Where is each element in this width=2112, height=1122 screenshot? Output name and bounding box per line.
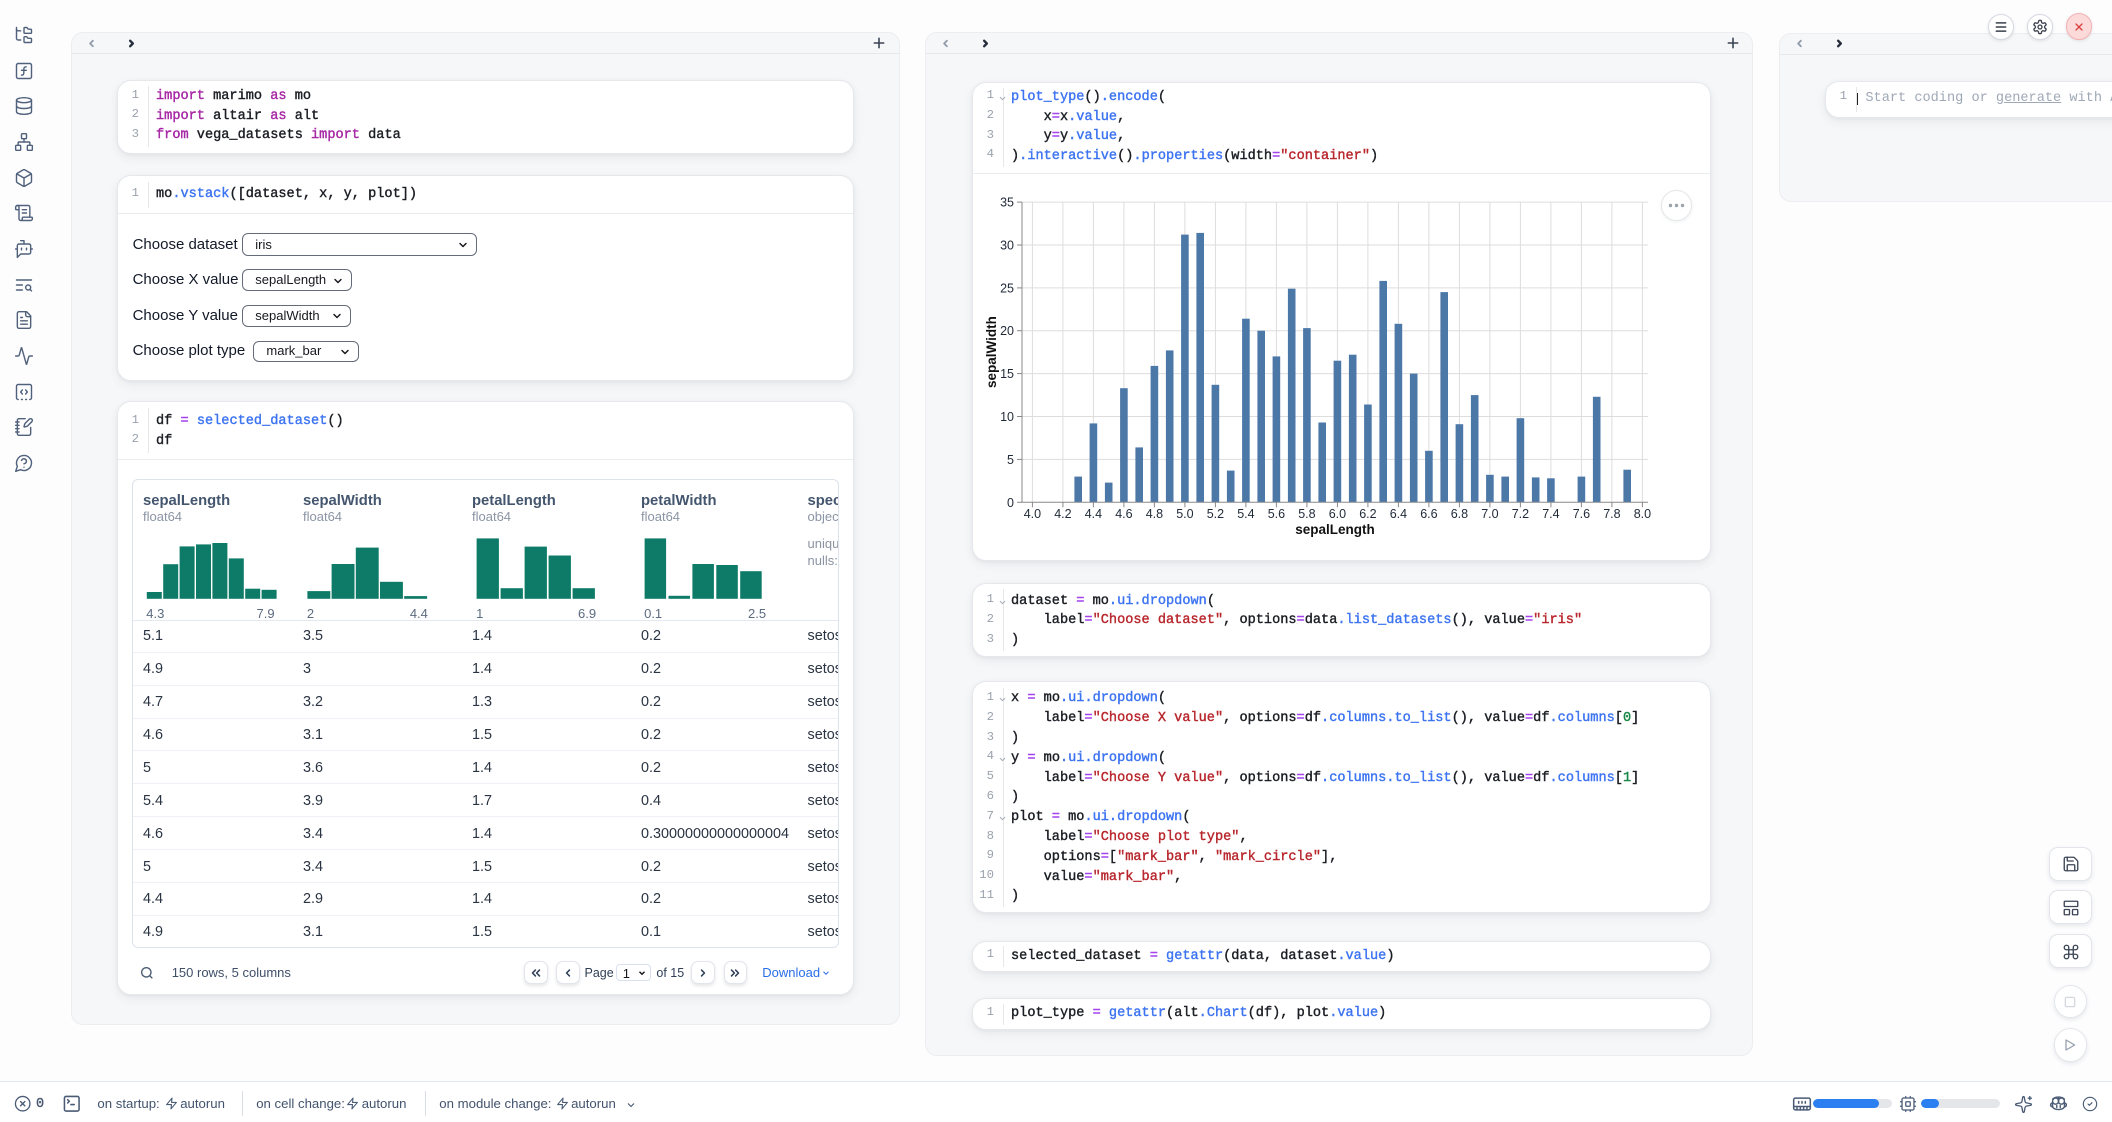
svg-text:sepalWidth: sepalWidth — [984, 316, 999, 388]
svg-text:15: 15 — [1000, 367, 1014, 381]
svg-text:7.2: 7.2 — [1512, 507, 1529, 521]
svg-text:5.0: 5.0 — [1176, 507, 1193, 521]
svg-text:5.2: 5.2 — [1207, 507, 1224, 521]
svg-text:7.4: 7.4 — [1542, 507, 1559, 521]
svg-text:8.0: 8.0 — [1634, 507, 1651, 521]
svg-text:6.4: 6.4 — [1390, 507, 1407, 521]
svg-text:5.4: 5.4 — [1237, 507, 1254, 521]
svg-text:4.6: 4.6 — [1115, 507, 1132, 521]
svg-text:5: 5 — [1007, 453, 1014, 467]
svg-text:6.6: 6.6 — [1420, 507, 1437, 521]
svg-text:6.8: 6.8 — [1451, 507, 1468, 521]
svg-text:4.8: 4.8 — [1146, 507, 1163, 521]
svg-text:20: 20 — [1000, 324, 1014, 338]
svg-text:10: 10 — [1000, 410, 1014, 424]
svg-text:30: 30 — [1000, 239, 1014, 253]
svg-text:7.0: 7.0 — [1481, 507, 1498, 521]
svg-text:4.0: 4.0 — [1024, 507, 1041, 521]
svg-text:6.0: 6.0 — [1329, 507, 1346, 521]
svg-text:7.6: 7.6 — [1573, 507, 1590, 521]
svg-text:25: 25 — [1000, 281, 1014, 295]
svg-text:6.2: 6.2 — [1359, 507, 1376, 521]
svg-text:4.2: 4.2 — [1054, 507, 1071, 521]
svg-text:35: 35 — [1000, 196, 1014, 210]
svg-text:7.8: 7.8 — [1603, 507, 1620, 521]
svg-text:sepalLength: sepalLength — [1295, 522, 1375, 537]
svg-text:5.8: 5.8 — [1298, 507, 1315, 521]
svg-text:0: 0 — [1007, 496, 1014, 510]
svg-text:4.4: 4.4 — [1085, 507, 1102, 521]
svg-text:5.6: 5.6 — [1268, 507, 1285, 521]
